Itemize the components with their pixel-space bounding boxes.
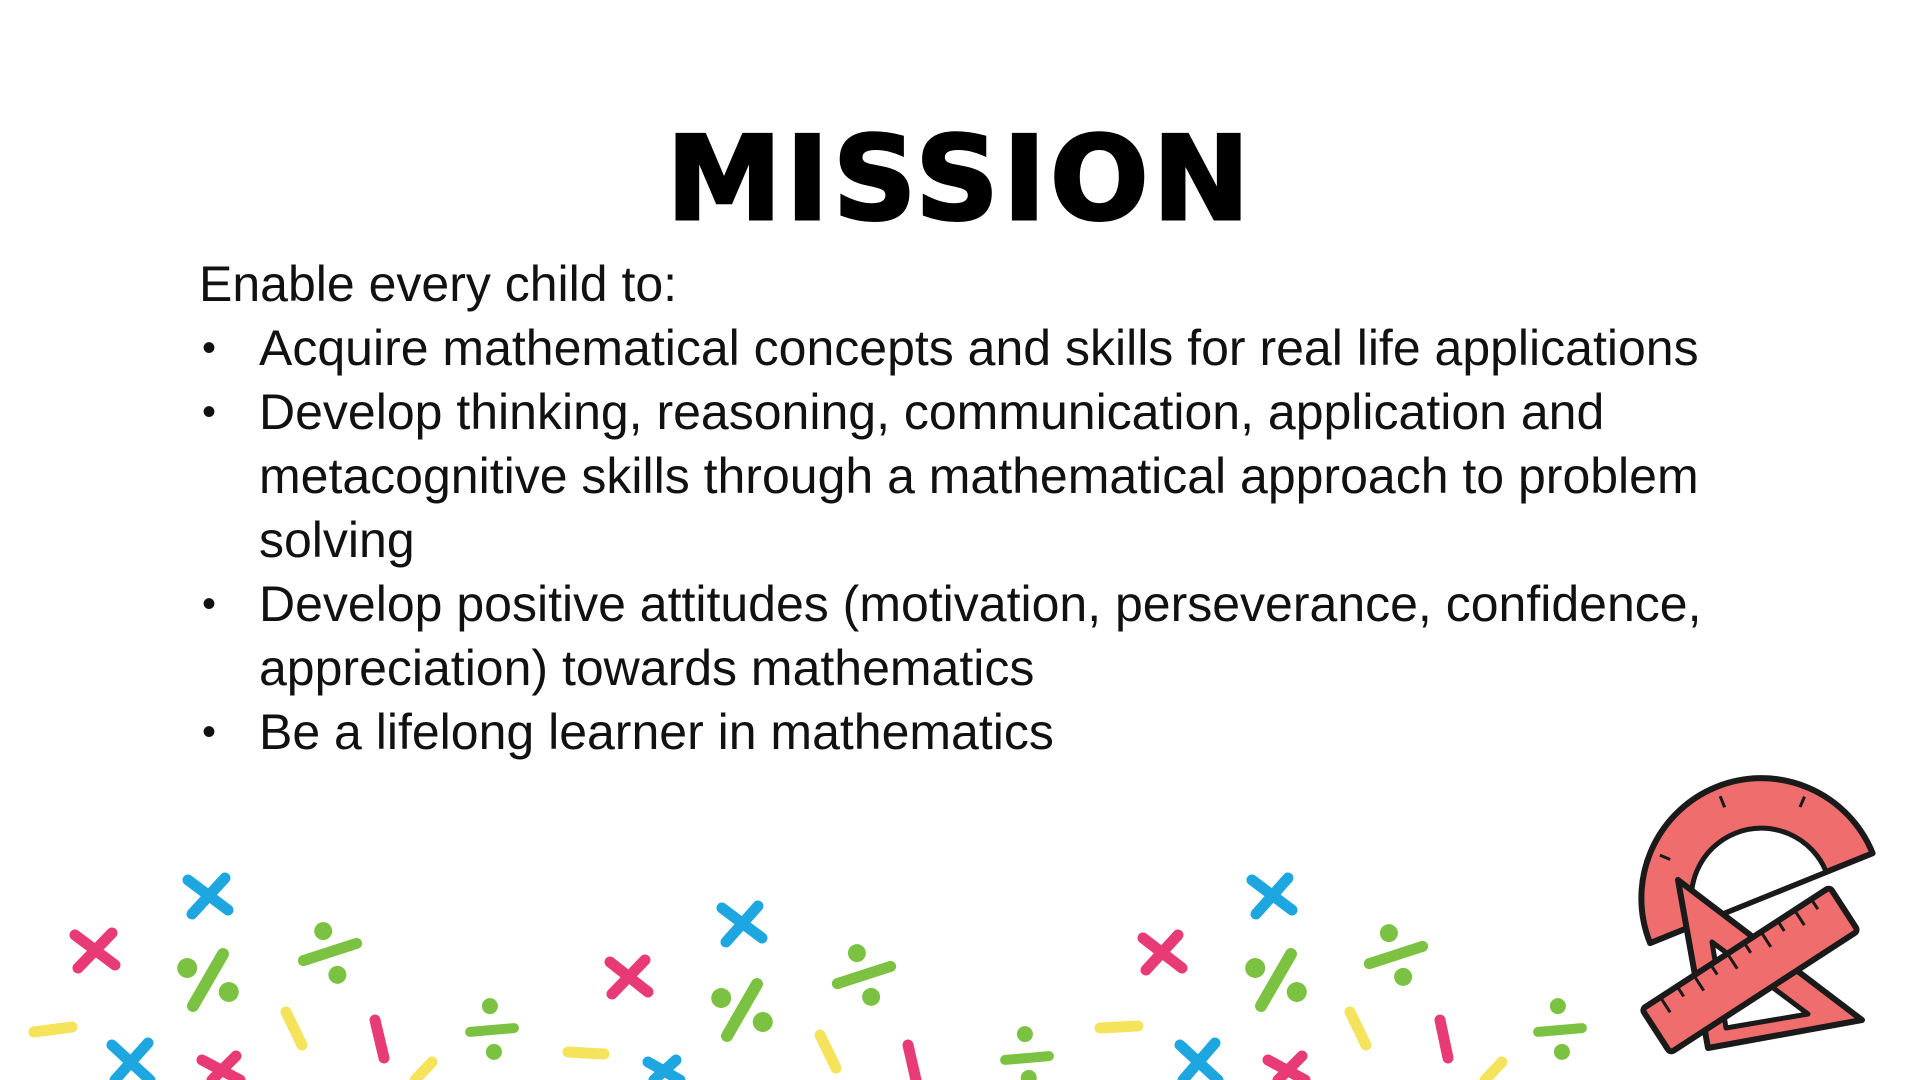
multiply-sign-icon [716, 900, 768, 948]
multiply-sign-icon [106, 1037, 156, 1080]
minus-sign-icon [369, 1014, 390, 1064]
ruler-icon [1640, 885, 1860, 1055]
minus-sign-icon [409, 1056, 438, 1080]
bullet-text: Be a lifelong learner in mathematics [259, 704, 1054, 760]
divide-sign-icon [297, 922, 363, 984]
bullet-text: Develop positive attitudes (motivation, … [259, 576, 1702, 696]
list-item: • Be a lifelong learner in mathematics [199, 700, 1759, 764]
minus-sign-icon [1434, 1014, 1454, 1064]
divide-sign-icon [1533, 998, 1587, 1060]
bullet-icon: • [202, 582, 217, 626]
protractor-icon [1638, 775, 1876, 947]
bullet-text: Acquire mathematical concepts and skills… [259, 320, 1699, 376]
multiply-sign-icon [1246, 872, 1298, 920]
multiply-sign-icon [604, 954, 654, 1000]
intro-text: Enable every child to: [199, 256, 678, 312]
list-item: • Develop positive attitudes (motivation… [199, 572, 1759, 700]
minus-sign-icon [814, 1029, 842, 1074]
bullet-icon: • [202, 390, 217, 434]
minus-sign-icon [1094, 1020, 1144, 1034]
slide: MISSION Enable every child to: • Acquire… [0, 0, 1920, 1080]
bullet-text: Develop thinking, reasoning, communicati… [259, 384, 1699, 568]
slide-title: MISSION [665, 111, 1254, 247]
divide-sign-icon [465, 998, 519, 1060]
mission-bullet-list: • Acquire mathematical concepts and skil… [199, 316, 1759, 764]
divide-sign-icon [831, 944, 897, 1006]
set-square-icon [1675, 877, 1865, 1051]
divide-sign-icon [1000, 1026, 1054, 1080]
bullet-icon: • [202, 710, 217, 754]
multiply-sign-icon [1137, 929, 1188, 976]
multiply-sign-icon [69, 927, 121, 974]
multiply-sign-icon [1262, 1050, 1311, 1080]
divide-sign-icon [1363, 924, 1429, 986]
minus-sign-icon [280, 1006, 308, 1051]
multiply-sign-icon [1174, 1037, 1224, 1080]
multiply-sign-icon [182, 872, 234, 920]
mission-content: Enable every child to: • Acquire mathema… [199, 252, 1759, 764]
list-item: • Acquire mathematical concepts and skil… [199, 316, 1759, 380]
divide-sign-icon [1245, 948, 1307, 1012]
multiply-sign-icon [642, 1054, 686, 1080]
divide-sign-icon [177, 948, 239, 1012]
multiply-sign-icon [196, 1050, 246, 1080]
list-item: • Develop thinking, reasoning, communica… [199, 380, 1759, 572]
minus-sign-icon [1344, 1006, 1372, 1051]
minus-sign-icon [562, 1046, 610, 1060]
minus-sign-icon [28, 1021, 78, 1038]
minus-sign-icon [902, 1039, 922, 1080]
divide-sign-icon [711, 978, 773, 1042]
minus-sign-icon [1479, 1056, 1508, 1080]
bullet-icon: • [202, 326, 217, 370]
